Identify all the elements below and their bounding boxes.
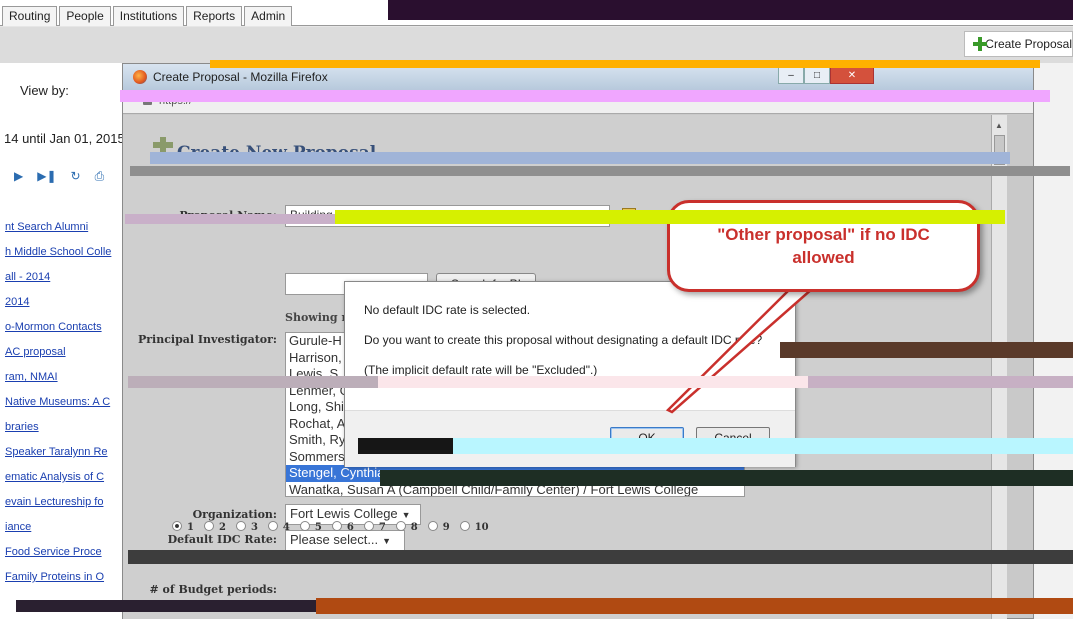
tab-routing[interactable]: Routing: [2, 6, 58, 26]
idc-rate-value: Please select...: [290, 532, 379, 547]
budget-periods-label: # of Budget periods:: [149, 583, 277, 596]
radio-icon: [331, 521, 342, 531]
budget-option-label: 9: [442, 522, 450, 533]
budget-option-label: 4: [282, 522, 290, 533]
budget-option-label: 8: [410, 522, 418, 533]
idc-rate-select[interactable]: Please select... ▼: [285, 530, 405, 551]
plus-icon: [973, 37, 988, 51]
budget-option[interactable]: 7: [363, 521, 386, 533]
budget-option-label: 10: [474, 522, 489, 533]
dialog-message-line1: No default IDC rate is selected.: [364, 303, 531, 317]
budget-option-label: 6: [346, 522, 354, 533]
radio-selected-icon: [172, 521, 182, 531]
right-pane: [1030, 63, 1073, 619]
list-item[interactable]: all - 2014: [5, 271, 111, 296]
glitch-band: [0, 342, 1073, 358]
list-item[interactable]: 2014: [5, 296, 111, 321]
list-item[interactable]: h Middle School Colle: [5, 246, 111, 271]
glitch-band: [0, 374, 1073, 390]
window-title: Create Proposal - Mozilla Firefox: [153, 70, 328, 84]
glitch-band: [0, 60, 1040, 70]
budget-option-label: 2: [218, 522, 226, 533]
idc-rate-label: Default IDC Rate:: [167, 533, 277, 546]
glitch-band: [0, 166, 1073, 178]
glitch-band: [0, 88, 1073, 104]
radio-icon: [427, 521, 438, 531]
dropdown-arrow-icon: ▼: [401, 510, 411, 520]
glitch-band: [380, 470, 1073, 486]
radio-icon: [267, 521, 278, 531]
list-item[interactable]: ematic Analysis of C: [5, 471, 111, 496]
radio-icon: [235, 521, 246, 531]
create-proposal-button[interactable]: Create Proposal: [964, 31, 1073, 57]
tab-people[interactable]: People: [59, 6, 111, 26]
glitch-band: [0, 550, 1073, 566]
budget-option[interactable]: 1: [172, 521, 194, 533]
radio-icon: [203, 521, 214, 531]
budget-option-label: 1: [187, 522, 194, 533]
glitch-band: [0, 438, 1073, 454]
radio-icon: [395, 521, 406, 531]
budget-option[interactable]: 5: [299, 521, 322, 533]
radio-icon: [363, 521, 374, 531]
popup-scrollbar[interactable]: ▲: [991, 115, 1007, 619]
firefox-icon: [133, 70, 147, 84]
organization-label: Organization:: [192, 508, 277, 521]
tab-reports[interactable]: Reports: [186, 6, 243, 26]
dropdown-arrow-icon: ▼: [382, 536, 392, 546]
organization-value: Fort Lewis College: [290, 506, 398, 521]
budget-option[interactable]: 6: [331, 521, 354, 533]
header-dark-band: [388, 0, 1073, 20]
budget-option-label: 7: [378, 522, 386, 533]
tab-institutions[interactable]: Institutions: [112, 6, 185, 26]
budget-option[interactable]: 4: [267, 521, 290, 533]
toolbar: [0, 27, 1073, 63]
budget-periods-radios: 1 2 3 4 5 6 7 8 9 10: [172, 521, 489, 533]
glitch-band: [0, 150, 1073, 164]
list-item[interactable]: evain Lectureship fo: [5, 496, 111, 521]
budget-option[interactable]: 9: [427, 521, 450, 533]
budget-option-label: 5: [314, 522, 322, 533]
budget-option[interactable]: 8: [395, 521, 418, 533]
glitch-band: [0, 210, 1073, 232]
radio-icon: [459, 521, 470, 531]
budget-option[interactable]: 2: [203, 521, 226, 533]
proposal-list: nt Search Alumni h Middle School Colle a…: [5, 221, 111, 596]
date-range-text: 14 until Jan 01, 2015: [4, 131, 125, 146]
top-navigation-bar: Routing People Institutions Reports Admi…: [0, 0, 1073, 26]
scroll-up-icon[interactable]: ▲: [995, 121, 1003, 130]
budget-option[interactable]: 3: [235, 521, 258, 533]
create-proposal-label: Create Proposal: [985, 37, 1072, 51]
glitch-band: [0, 596, 1073, 616]
main-tabs: Routing People Institutions Reports Admi…: [2, 6, 294, 26]
list-item[interactable]: Native Museums: A C: [5, 396, 111, 421]
budget-option-label: 3: [250, 522, 258, 533]
list-item[interactable]: Family Proteins in O: [5, 571, 111, 596]
tab-admin[interactable]: Admin: [244, 6, 293, 26]
list-item[interactable]: iance: [5, 521, 111, 546]
budget-option[interactable]: 10: [459, 521, 489, 533]
radio-icon: [299, 521, 310, 531]
